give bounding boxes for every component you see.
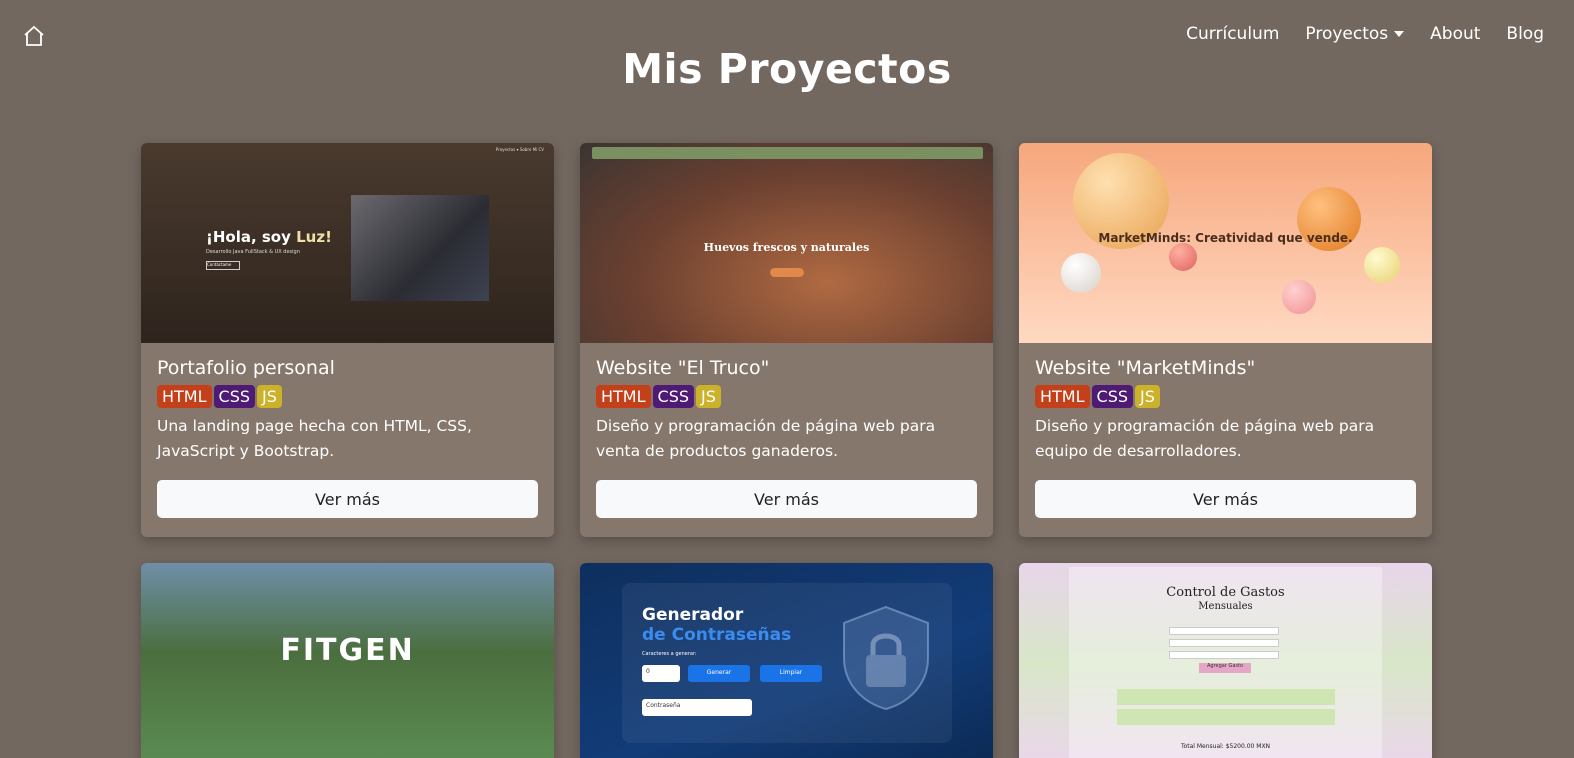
thumbnail-photo [351,195,489,301]
project-card: FITGEN [141,563,554,758]
nav-proyectos-label: Proyectos [1305,24,1389,44]
thumbnail-heading: MarketMinds: Creatividad que vende. [1098,231,1353,245]
thumbnail-expense-row [1117,709,1335,725]
tag-js: JS [257,385,282,408]
project-card: Generador de Contraseñas Caracteres a ge… [580,563,993,758]
chevron-down-icon [1394,31,1405,37]
thumbnail-add-button: Agregar Gasto [1199,663,1251,673]
projects-grid: Proyectos ▾ Sobre Mí CV ¡Hola, soy Luz! … [141,143,1432,758]
tech-tags: HTML CSS JS [596,385,977,408]
lock-icon [843,605,929,711]
thumbnail-subheading: Mensuales [1198,601,1253,612]
tag-html: HTML [157,385,212,408]
thumbnail-nav [592,147,983,159]
project-description: Una landing page hecha con HTML, CSS, Ja… [157,417,472,460]
thumbnail-field [1169,651,1279,659]
project-thumbnail: FITGEN [141,563,554,758]
thumbnail-heading-b: Luz! [296,228,332,246]
tag-css: CSS [213,385,256,408]
thumbnail-field [1169,639,1279,647]
thumbnail-cta [770,268,804,277]
thumbnail-nav: Proyectos ▾ Sobre Mí CV [495,147,544,152]
thumbnail-heading: Generador [642,605,744,625]
decorative-sphere [1282,280,1316,314]
project-title: Website "MarketMinds" [1035,357,1256,379]
tech-tags: HTML CSS JS [157,385,538,408]
thumbnail-subtitle: Desarrollo Java FullStack & UX design [206,249,300,255]
project-card: Huevos frescos y naturales Website "El T… [580,143,993,537]
project-title: Portafolio personal [157,357,335,379]
tag-js: JS [696,385,721,408]
project-card: MarketMinds: Creatividad que vende. Webs… [1019,143,1432,537]
project-title: Website "El Truco" [596,357,770,379]
thumbnail-total: Total Mensual: $5200.00 MXN [1180,743,1271,750]
tech-tags: HTML CSS JS [1035,385,1416,408]
thumbnail-clear-button: Limpiar [760,665,822,682]
thumbnail-expense-row [1117,689,1335,705]
tag-html: HTML [596,385,651,408]
project-description: Diseño y programación de página web para… [1035,417,1375,460]
project-thumbnail: Huevos frescos y naturales [580,143,993,343]
project-thumbnail: MarketMinds: Creatividad que vende. [1019,143,1432,343]
project-thumbnail: Control de Gastos Mensuales Agregar Gast… [1019,563,1432,758]
thumbnail-label: Caracteres a generar: [642,651,697,657]
thumbnail-password-field: Contraseña [642,699,752,716]
thumbnail-field [1169,627,1279,635]
project-description: Diseño y programación de página web para… [596,417,936,460]
thumbnail-heading: ¡Hola, soy Luz! [206,228,332,246]
thumbnail-heading: Huevos frescos y naturales [703,241,870,254]
tag-css: CSS [652,385,695,408]
project-thumbnail: Proyectos ▾ Sobre Mí CV ¡Hola, soy Luz! … [141,143,554,343]
ver-mas-button[interactable]: Ver más [157,480,538,518]
thumbnail-count-field: 0 [642,665,680,682]
thumbnail-heading: FITGEN [280,633,415,668]
project-thumbnail: Generador de Contraseñas Caracteres a ge… [580,563,993,758]
project-card: Control de Gastos Mensuales Agregar Gast… [1019,563,1432,758]
page-title: Mis Proyectos [622,45,952,93]
thumbnail-heading: Control de Gastos [1166,585,1285,600]
tag-js: JS [1135,385,1160,408]
nav-blog[interactable]: Blog [1506,24,1544,44]
thumbnail-subheading: de Contraseñas [642,625,792,645]
decorative-sphere [1364,247,1400,283]
thumbnail-cta: Contáctame [206,261,240,270]
nav-proyectos-dropdown[interactable]: Proyectos [1305,24,1405,44]
main-nav: Currículum Proyectos About Blog [1186,24,1544,44]
decorative-sphere [1061,253,1101,293]
thumbnail-heading-a: ¡Hola, soy [206,228,297,246]
ver-mas-button[interactable]: Ver más [596,480,977,518]
nav-about[interactable]: About [1430,24,1480,44]
decorative-sphere [1169,243,1197,271]
nav-curriculum[interactable]: Currículum [1186,24,1279,44]
project-card: Proyectos ▾ Sobre Mí CV ¡Hola, soy Luz! … [141,143,554,537]
ver-mas-button[interactable]: Ver más [1035,480,1416,518]
thumbnail-generate-button: Generar [688,665,750,682]
tag-html: HTML [1035,385,1090,408]
tag-css: CSS [1091,385,1134,408]
